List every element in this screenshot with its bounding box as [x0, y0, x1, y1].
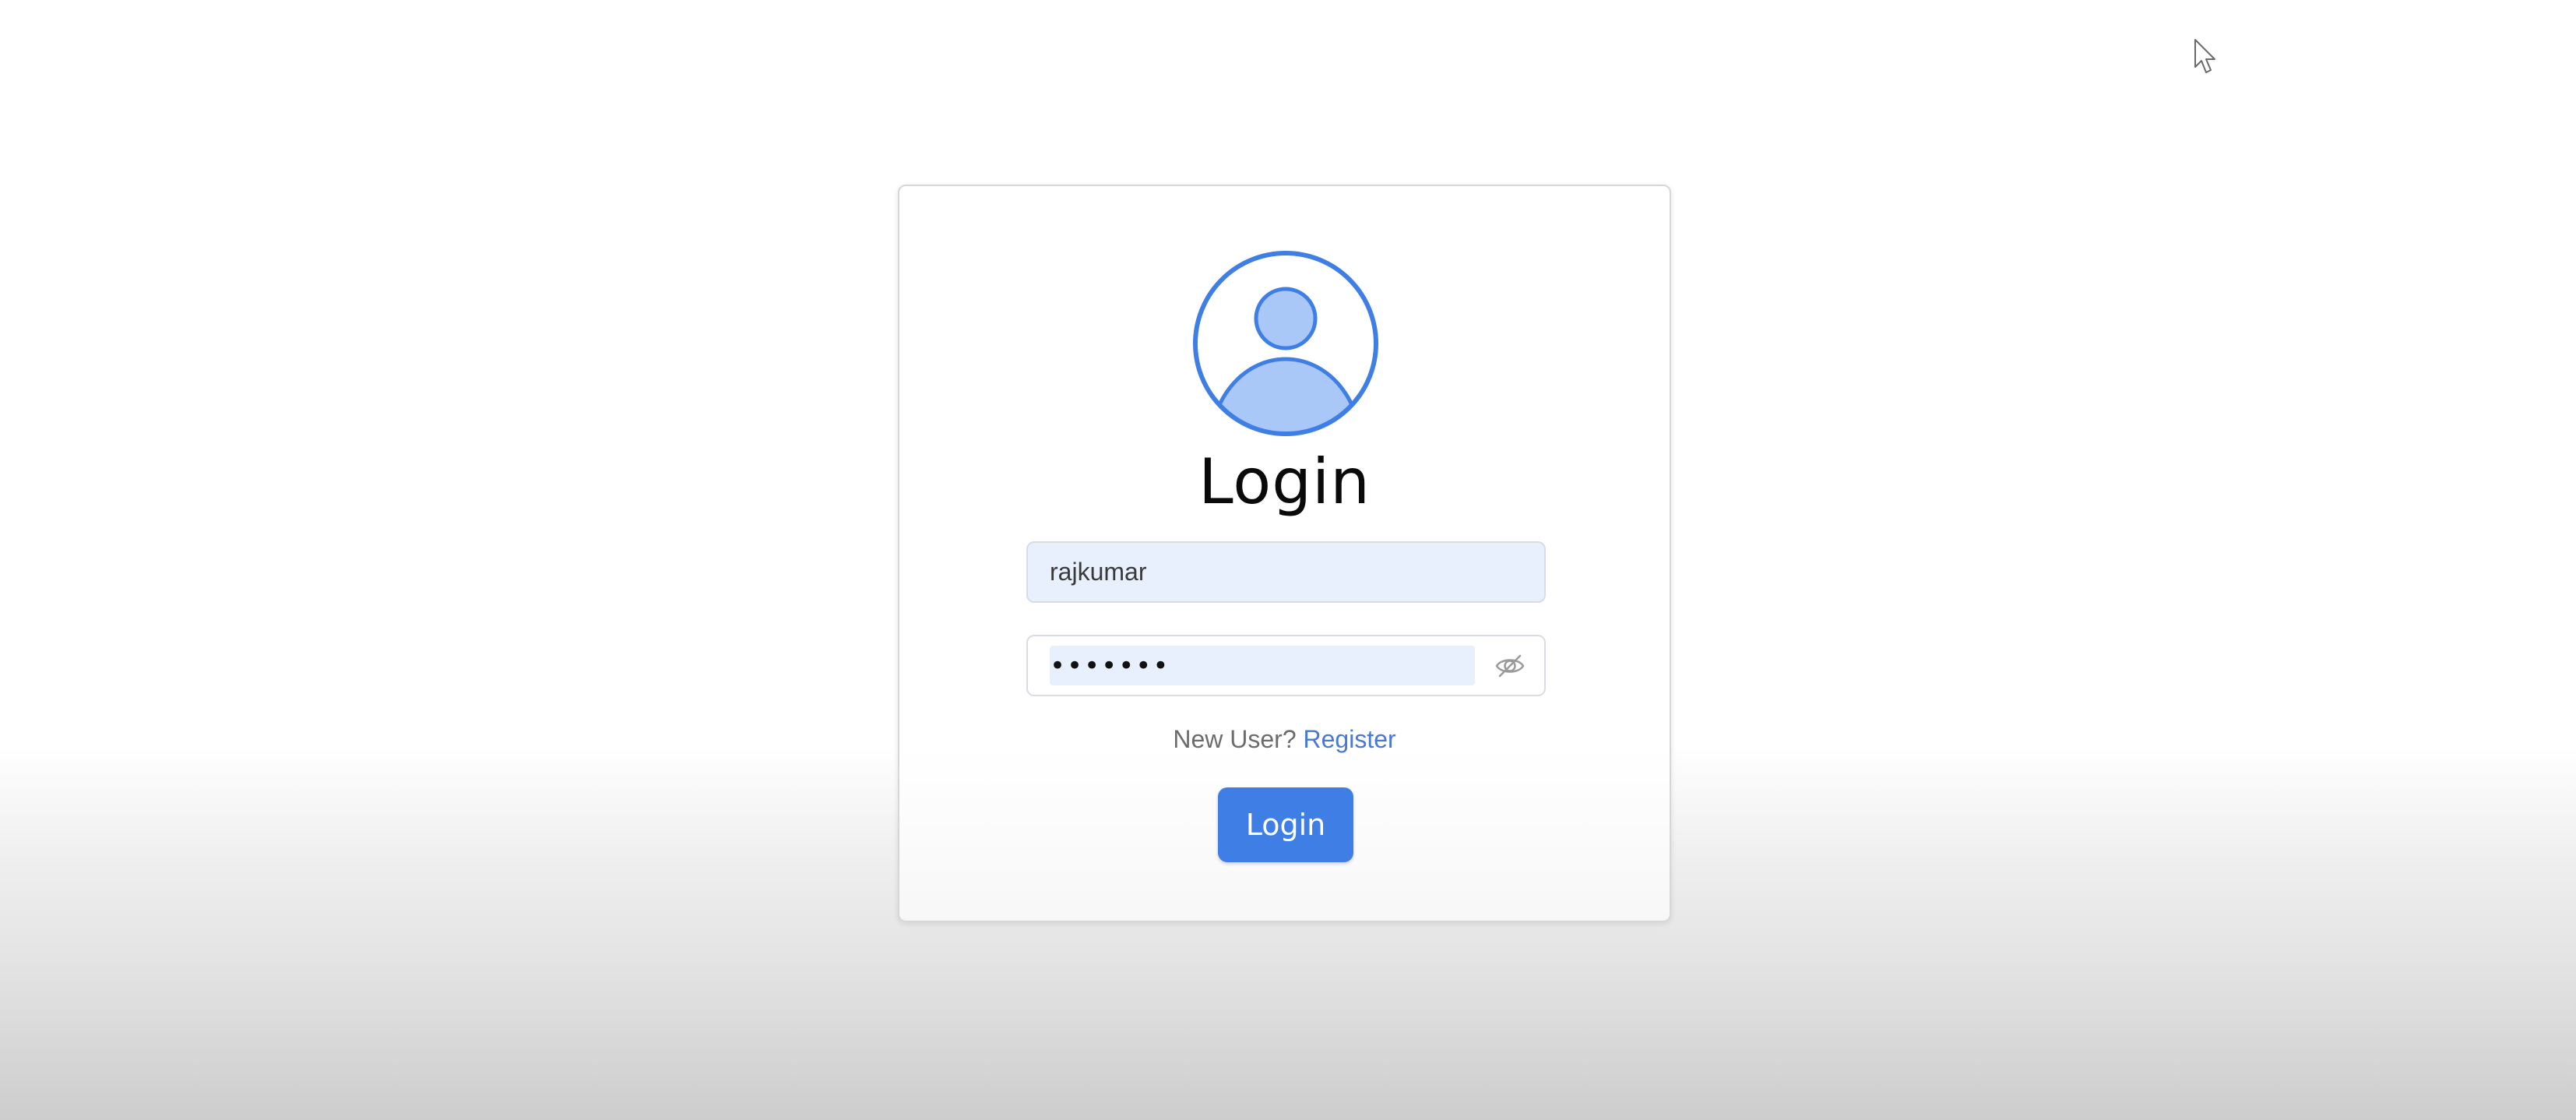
new-user-prompt: New User? Register — [899, 722, 1670, 756]
mouse-pointer-icon — [2193, 37, 2218, 76]
register-link[interactable]: Register — [1304, 725, 1396, 753]
username-input[interactable] — [1050, 543, 1525, 601]
password-input[interactable] — [1050, 646, 1475, 685]
eye-slash-icon[interactable] — [1494, 650, 1526, 682]
user-avatar-icon — [1191, 248, 1381, 438]
login-card: Login New User? Register Login — [898, 185, 1671, 922]
new-user-text: New User? — [1173, 725, 1297, 753]
login-title: Login — [1198, 446, 1371, 518]
username-field[interactable] — [1026, 541, 1546, 603]
password-field[interactable] — [1026, 635, 1546, 696]
login-button[interactable]: Login — [1218, 787, 1353, 862]
